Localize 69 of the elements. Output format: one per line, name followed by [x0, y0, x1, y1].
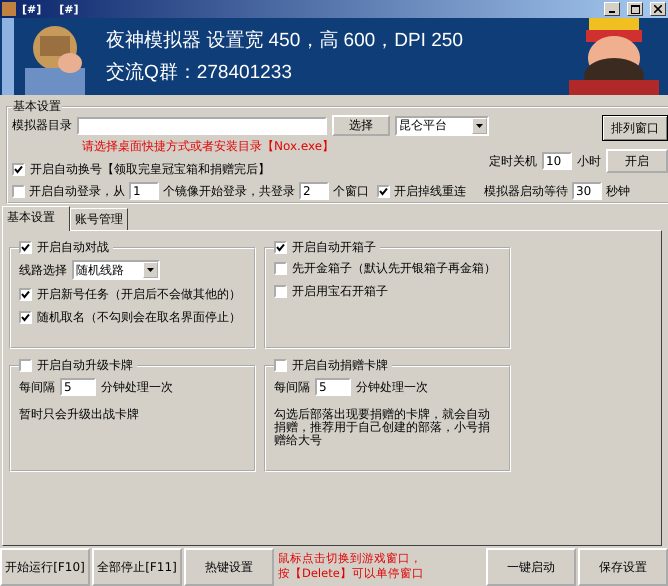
app-icon — [2, 2, 16, 16]
unit-label: 个窗口 — [333, 182, 369, 200]
checkbox-label: 随机取名（不勾则会在取名界面停止） — [37, 309, 241, 326]
enable-button[interactable]: 开启 — [606, 149, 668, 173]
note-text: 暂时只会升级出战卡牌 — [19, 408, 140, 421]
field-label: 定时关机 — [489, 152, 537, 170]
checkbox-label: 开启自动换号【领取完皇冠宝箱和捐赠完后】 — [30, 161, 270, 178]
checkbox[interactable] — [19, 311, 32, 324]
checkbox[interactable] — [274, 262, 287, 275]
wait-seconds-field[interactable]: 30 — [572, 182, 602, 200]
checkbox-label: 开启掉线重连 — [394, 182, 466, 200]
interval-field[interactable]: 5 — [315, 378, 351, 396]
checkbox[interactable] — [12, 184, 25, 198]
unit-label: 分钟处理一次 — [356, 378, 428, 396]
checkbox-label: 开启自动升级卡牌 — [37, 357, 133, 374]
checkbox[interactable] — [274, 359, 287, 372]
checkbox-label: 开启自动开箱子 — [292, 239, 376, 256]
window-count-field[interactable]: 2 — [299, 182, 329, 200]
hint-text: 鼠标点击切换到游戏窗口， — [278, 551, 423, 566]
action-button[interactable]: 全部停止[F11] — [92, 548, 182, 586]
checkbox-label: 先开金箱子（默认先开银箱子再金箱） — [292, 260, 496, 277]
checkbox[interactable] — [274, 285, 287, 298]
window-title: [#] — [59, 2, 79, 16]
unit-label: 分钟处理一次 — [101, 378, 173, 396]
unit-label: 秒钟 — [606, 182, 630, 200]
checkbox-label: 开启自动捐赠卡牌 — [292, 357, 388, 374]
checkbox-label: 开启自动登录，从 — [29, 182, 125, 200]
hint-text: 按【Delete】可以单停窗口 — [278, 566, 425, 581]
close-icon — [654, 5, 662, 13]
action-button[interactable]: 保存设置 — [578, 548, 668, 586]
note-text: 勾选后部落出现要捐赠的卡牌，就会自动捐赠，推荐用于自己创建的部落，小号捐赠给大号 — [274, 408, 491, 447]
directory-field[interactable] — [77, 116, 327, 134]
group-title: 基本设置 — [12, 98, 62, 115]
banner-title: 夜神模拟器 设置宽 450，高 600，DPI 250 — [106, 28, 464, 52]
hint-text: 请选择桌面快捷方式或者安装目录【Nox.exe】 — [82, 138, 336, 155]
field-label: 个镜像开始登录，共登录 — [163, 182, 295, 200]
tab[interactable]: 基本设置 — [2, 206, 70, 231]
checkbox[interactable] — [19, 241, 32, 254]
arrange-windows-button[interactable]: 排列窗口 — [602, 115, 668, 141]
window-title: [#] — [22, 2, 42, 16]
checkbox[interactable] — [19, 288, 32, 301]
checkbox[interactable] — [12, 163, 25, 176]
action-button[interactable]: 开始运行[F10] — [0, 548, 90, 586]
checkbox[interactable] — [19, 359, 32, 372]
field-label: 模拟器目录 — [12, 117, 72, 134]
checkbox[interactable] — [274, 241, 287, 254]
field-label: 每间隔 — [19, 378, 55, 396]
checkbox-label: 开启自动对战 — [37, 239, 109, 256]
route-dropdown[interactable]: 随机线路 — [72, 260, 160, 280]
checkbox-label: 开启新号任务（开启后不会做其他的） — [37, 286, 241, 303]
checkbox-label: 开启用宝石开箱子 — [292, 283, 388, 300]
maximize-button[interactable] — [627, 2, 643, 16]
maximize-icon — [630, 4, 640, 14]
interval-field[interactable]: 5 — [60, 378, 96, 396]
select-button[interactable]: 选择 — [332, 115, 390, 136]
field-label: 线路选择 — [19, 262, 67, 278]
unit-label: 小时 — [577, 152, 601, 170]
field-label: 每间隔 — [274, 378, 310, 396]
hours-field[interactable]: 10 — [542, 152, 572, 170]
platform-dropdown[interactable]: 昆仑平台 — [395, 116, 489, 136]
field-label: 模拟器启动等待 — [484, 182, 568, 200]
start-index-field[interactable]: 1 — [129, 182, 159, 200]
checkbox[interactable] — [377, 184, 390, 198]
tab[interactable]: 账号管理 — [70, 208, 128, 230]
action-button[interactable]: 一键启动 — [486, 548, 576, 586]
close-button[interactable] — [650, 2, 666, 16]
banner-subtitle: 交流Q群：278401233 — [106, 60, 293, 84]
action-button[interactable]: 热键设置 — [184, 548, 274, 586]
minimize-button[interactable] — [604, 2, 620, 16]
